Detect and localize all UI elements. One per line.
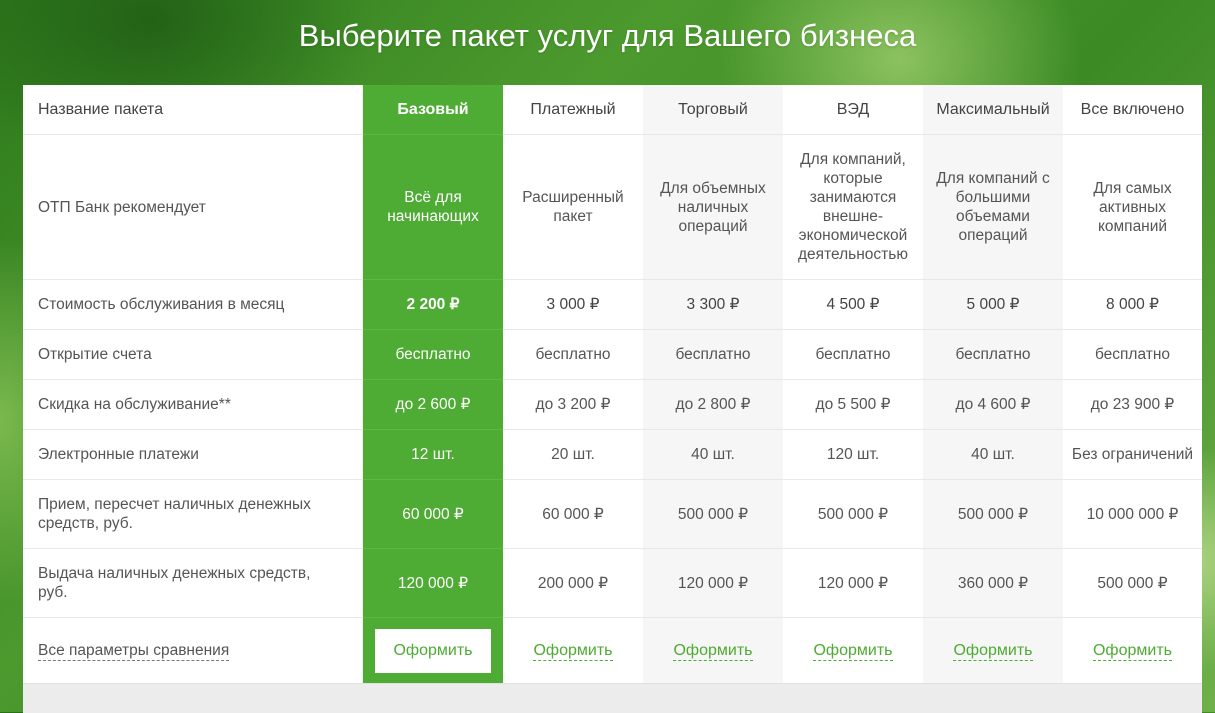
row-label-discount: Скидка на обслуживание** (23, 380, 363, 430)
row-label-monthly-cost: Стоимость обслуживания в месяц (23, 280, 363, 330)
cell-electronic-payments-maximum: 40 шт. (923, 430, 1063, 480)
cell-cash-withdrawal-maximum: 360 000 ₽ (923, 549, 1063, 618)
cell-monthly-cost-all-inclusive: 8 000 ₽ (1063, 280, 1202, 330)
package-header-all-inclusive: Все включено (1063, 85, 1202, 135)
cell-cash-intake-basic: 60 000 ₽ (363, 480, 503, 549)
footer-cta-payment-cell: Оформить (503, 618, 643, 683)
footer-cta-basic-cell: Оформить (363, 618, 503, 683)
cell-cash-intake-maximum: 500 000 ₽ (923, 480, 1063, 549)
cell-cash-intake-trade: 500 000 ₽ (643, 480, 783, 549)
footer-cta-ved-cell: Оформить (783, 618, 923, 683)
cell-discount-maximum: до 4 600 ₽ (923, 380, 1063, 430)
cell-monthly-cost-trade: 3 300 ₽ (643, 280, 783, 330)
cell-account-opening-all-inclusive: бесплатно (1063, 330, 1202, 380)
cell-account-opening-maximum: бесплатно (923, 330, 1063, 380)
cell-electronic-payments-basic: 12 шт. (363, 430, 503, 480)
cell-recommendation-maximum: Для компаний с большими объемами операци… (923, 135, 1063, 280)
comparison-grid: Название пакета Базовый Платежный Торгов… (23, 85, 1202, 683)
all-params-link[interactable]: Все параметры сравнения (38, 641, 230, 661)
cell-discount-basic: до 2 600 ₽ (363, 380, 503, 430)
cell-cash-withdrawal-payment: 200 000 ₽ (503, 549, 643, 618)
cell-electronic-payments-payment: 20 шт. (503, 430, 643, 480)
cell-recommendation-basic: Всё для начинающих (363, 135, 503, 280)
cell-account-opening-ved: бесплатно (783, 330, 923, 380)
cell-discount-ved: до 5 500 ₽ (783, 380, 923, 430)
cell-electronic-payments-trade: 40 шт. (643, 430, 783, 480)
cell-cash-withdrawal-basic: 120 000 ₽ (363, 549, 503, 618)
header-label: Название пакета (23, 85, 363, 135)
page-title: Выберите пакет услуг для Вашего бизнеса (298, 18, 917, 53)
table-bottom-strip (23, 683, 1202, 713)
cell-monthly-cost-payment: 3 000 ₽ (503, 280, 643, 330)
apply-link-maximum[interactable]: Оформить (953, 641, 1033, 661)
package-header-trade: Торговый (643, 85, 783, 135)
package-header-ved: ВЭД (783, 85, 923, 135)
cell-cash-withdrawal-ved: 120 000 ₽ (783, 549, 923, 618)
package-comparison-table: Название пакета Базовый Платежный Торгов… (23, 85, 1202, 713)
package-header-basic: Базовый (363, 85, 503, 135)
row-label-electronic-payments: Электронные платежи (23, 430, 363, 480)
apply-button-basic[interactable]: Оформить (375, 628, 491, 673)
cell-recommendation-payment: Расширенный пакет (503, 135, 643, 280)
apply-link-ved[interactable]: Оформить (813, 641, 893, 661)
row-label-account-opening: Открытие счета (23, 330, 363, 380)
cell-discount-all-inclusive: до 23 900 ₽ (1063, 380, 1202, 430)
cell-electronic-payments-ved: 120 шт. (783, 430, 923, 480)
cell-cash-intake-payment: 60 000 ₽ (503, 480, 643, 549)
row-label-cash-withdrawal: Выдача наличных денежных средств, руб. (23, 549, 363, 618)
footer-cta-maximum-cell: Оформить (923, 618, 1063, 683)
cell-account-opening-trade: бесплатно (643, 330, 783, 380)
cell-recommendation-all-inclusive: Для самых активных компаний (1063, 135, 1202, 280)
cell-discount-payment: до 3 200 ₽ (503, 380, 643, 430)
cell-cash-withdrawal-trade: 120 000 ₽ (643, 549, 783, 618)
apply-link-trade[interactable]: Оформить (673, 641, 753, 661)
cell-account-opening-payment: бесплатно (503, 330, 643, 380)
row-label-cash-intake: Прием, пересчет наличных денежных средст… (23, 480, 363, 549)
footer-cta-all-inclusive-cell: Оформить (1063, 618, 1202, 683)
cell-account-opening-basic: бесплатно (363, 330, 503, 380)
package-header-maximum: Максимальный (923, 85, 1063, 135)
cell-electronic-payments-all-inclusive: Без ограничений (1063, 430, 1202, 480)
cell-recommendation-ved: Для компаний, которые занимаются внешне-… (783, 135, 923, 280)
apply-link-payment[interactable]: Оформить (533, 641, 613, 661)
footer-label-cell: Все параметры сравнения (23, 618, 363, 683)
cell-monthly-cost-maximum: 5 000 ₽ (923, 280, 1063, 330)
package-header-payment: Платежный (503, 85, 643, 135)
cell-monthly-cost-ved: 4 500 ₽ (783, 280, 923, 330)
cell-cash-withdrawal-all-inclusive: 500 000 ₽ (1063, 549, 1202, 618)
cell-monthly-cost-basic: 2 200 ₽ (363, 280, 503, 330)
row-label-recommendation: ОТП Банк рекомендует (23, 135, 363, 280)
apply-link-all-inclusive[interactable]: Оформить (1092, 641, 1172, 661)
cell-cash-intake-ved: 500 000 ₽ (783, 480, 923, 549)
cell-discount-trade: до 2 800 ₽ (643, 380, 783, 430)
cell-recommendation-trade: Для объемных наличных операций (643, 135, 783, 280)
cell-cash-intake-all-inclusive: 10 000 000 ₽ (1063, 480, 1202, 549)
footer-cta-trade-cell: Оформить (643, 618, 783, 683)
